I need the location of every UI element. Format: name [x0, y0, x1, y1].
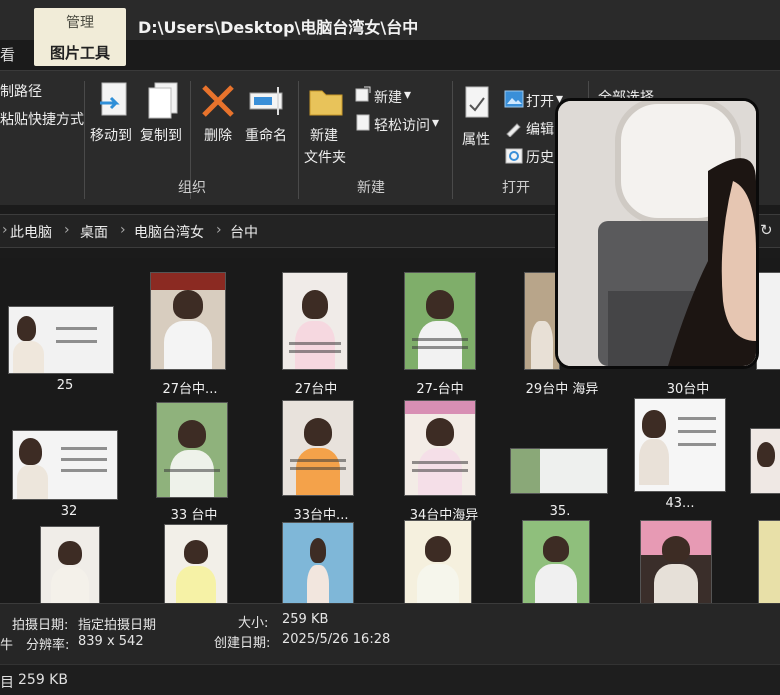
breadcrumb-folder[interactable]: 电脑台湾女 — [134, 222, 204, 242]
file-thumbnail[interactable] — [164, 524, 228, 603]
file-name[interactable]: 27台中 — [286, 378, 346, 397]
file-name[interactable]: 30台中 — [658, 378, 718, 397]
file-thumbnail[interactable] — [150, 272, 226, 370]
file-name[interactable]: 35. — [540, 504, 580, 519]
file-thumbnail[interactable] — [282, 400, 354, 496]
file-thumbnail[interactable] — [404, 520, 472, 603]
rename-button[interactable]: 重命名 — [245, 125, 287, 145]
group-label-open: 打开 — [502, 180, 530, 196]
size-value: 259 KB — [282, 612, 329, 627]
copy-to-icon — [148, 82, 178, 119]
date-taken-value[interactable]: 指定拍摄日期 — [78, 614, 156, 633]
file-thumbnail[interactable] — [756, 272, 780, 370]
paste-shortcut-button[interactable]: 粘贴快捷方式 — [0, 109, 84, 129]
ribbon-separator — [84, 81, 85, 199]
file-thumbnail[interactable] — [404, 272, 476, 370]
created-value: 2025/5/26 16:28 — [282, 632, 391, 647]
file-name[interactable]: 32 — [44, 504, 94, 519]
group-label-new: 新建 — [357, 180, 385, 196]
file-thumbnail[interactable] — [510, 448, 608, 494]
group-label-organize: 组织 — [178, 180, 206, 196]
tab-view-fragment[interactable]: 看 — [0, 44, 15, 65]
tab-picture-tools-label[interactable]: 图片工具 — [34, 42, 126, 63]
file-name[interactable]: 33 台中 — [164, 504, 224, 523]
file-thumbnail[interactable] — [156, 402, 228, 498]
file-name[interactable]: 27-台中 — [410, 378, 470, 397]
refresh-icon[interactable]: ↻ — [760, 221, 773, 239]
file-thumbnail[interactable] — [40, 526, 100, 603]
date-taken-label: 拍摄日期: — [12, 618, 69, 633]
new-folder-label-2[interactable]: 文件夹 — [304, 147, 346, 167]
status-bar: 目 259 KB — [0, 664, 780, 695]
move-to-button[interactable]: 移动到 — [90, 125, 132, 145]
properties-button[interactable]: 属性 — [462, 129, 490, 149]
details-pane: 牛 拍摄日期: 指定拍摄日期 分辨率: 839 x 542 大小: 259 KB… — [0, 603, 780, 664]
created-label: 创建日期: — [214, 636, 271, 651]
file-name[interactable]: 43... — [660, 496, 700, 511]
easy-access-dropdown[interactable]: ▾ — [432, 115, 439, 131]
ribbon-separator — [298, 81, 299, 199]
file-thumbnail[interactable] — [8, 306, 114, 374]
ribbon-separator — [452, 81, 453, 199]
open-icon — [504, 90, 524, 108]
properties-icon — [465, 86, 489, 118]
file-thumbnail[interactable] — [12, 430, 118, 500]
new-folder-icon — [309, 90, 343, 116]
file-name[interactable]: 27台中... — [150, 378, 230, 397]
tab-manage[interactable]: 管理 图片工具 — [34, 8, 126, 66]
file-thumbnail[interactable] — [522, 520, 590, 603]
tab-manage-label: 管理 — [66, 15, 94, 31]
new-folder-label-1[interactable]: 新建 — [310, 125, 338, 145]
new-item-button[interactable]: 新建 — [374, 87, 402, 107]
file-thumbnail[interactable] — [750, 428, 780, 494]
file-thumbnail[interactable] — [640, 520, 712, 603]
new-item-icon — [355, 86, 371, 102]
status-size: 259 KB — [18, 672, 68, 688]
file-thumbnail[interactable] — [758, 520, 780, 603]
breadcrumb-this-pc[interactable]: 此电脑 — [10, 222, 52, 242]
rename-icon — [249, 87, 283, 115]
file-thumbnail[interactable] — [634, 398, 726, 492]
file-name[interactable]: 29台中 海异 — [522, 378, 602, 397]
open-button[interactable]: 打开 — [526, 91, 554, 111]
breadcrumb-current[interactable]: 台中 — [230, 222, 258, 242]
status-left-fragment: 目 — [0, 675, 14, 691]
easy-access-button[interactable]: 轻松访问 — [374, 115, 430, 135]
video-overlay — [555, 98, 759, 369]
resolution-value: 839 x 542 — [78, 634, 144, 649]
history-icon — [505, 148, 523, 164]
edit-icon — [506, 123, 521, 137]
file-name[interactable]: 33台中... — [286, 504, 356, 523]
file-thumbnail[interactable] — [404, 400, 476, 496]
copy-path-button[interactable]: 制路径 — [0, 81, 42, 101]
window-title-path: D:\Users\Desktop\电脑台湾女\台中 — [138, 18, 419, 37]
details-left-fragment: 牛 — [0, 638, 14, 653]
video-frame — [558, 101, 756, 366]
size-label: 大小: — [238, 616, 269, 631]
file-thumbnail[interactable] — [282, 522, 354, 603]
history-button[interactable]: 历史 — [526, 147, 554, 167]
move-to-icon — [100, 82, 127, 116]
delete-icon — [202, 85, 234, 117]
easy-access-icon — [356, 114, 370, 131]
file-name[interactable]: 25 — [40, 378, 90, 393]
breadcrumb-desktop[interactable]: 桌面 — [80, 222, 108, 242]
delete-button[interactable]: 删除 — [204, 125, 232, 145]
new-item-dropdown[interactable]: ▾ — [404, 87, 411, 103]
edit-button[interactable]: 编辑 — [526, 119, 554, 139]
copy-to-button[interactable]: 复制到 — [140, 125, 182, 145]
resolution-label: 分辨率: — [26, 638, 70, 653]
file-thumbnail[interactable] — [282, 272, 348, 370]
